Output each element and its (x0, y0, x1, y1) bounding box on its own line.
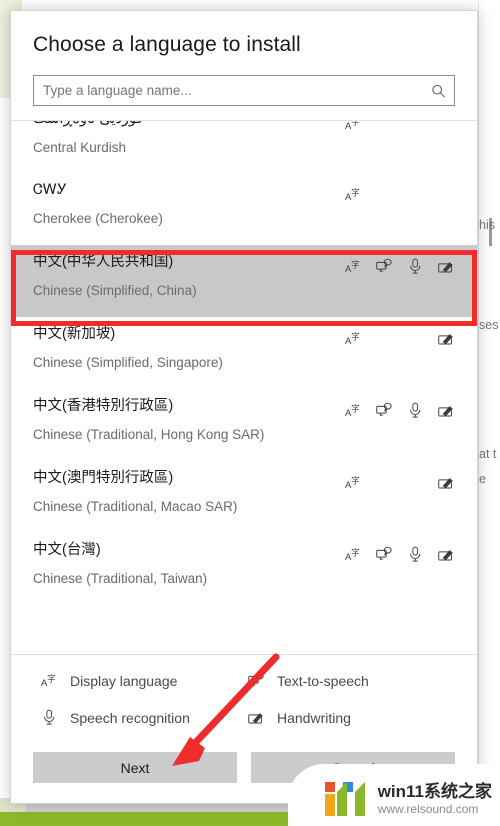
display-language-icon: A字 (345, 546, 362, 563)
text-to-speech-icon (248, 672, 265, 689)
language-native-name: کوردیی ناوەڕاست (33, 121, 143, 128)
background-divider (478, 0, 479, 812)
legend-item: Handwriting (248, 709, 455, 726)
language-capability-icons: A字 (337, 120, 455, 132)
background-text-fragment: e (479, 472, 486, 486)
svg-text:字: 字 (351, 120, 360, 127)
text-to-speech-icon (376, 402, 393, 419)
handwriting-icon (438, 546, 455, 563)
language-english-name: Central Kurdish (33, 139, 127, 155)
language-english-name: Cherokee (Cherokee) (33, 210, 163, 226)
language-text: 中文(香港特別行政區) Chinese (Traditional, Hong Ko… (33, 398, 264, 442)
handwriting-icon (438, 402, 455, 419)
language-text: کوردیی ناوەڕاست Central Kurdish (33, 121, 143, 155)
text-to-speech-icon (376, 546, 393, 563)
legend-item: Text-to-speech (248, 672, 455, 689)
language-capability-icons: A字 (337, 542, 455, 563)
svg-text:字: 字 (351, 403, 360, 414)
display-language-icon: A字 (345, 120, 362, 132)
handwriting-icon (438, 474, 455, 491)
language-text: 中文(澳門特別行政區) Chinese (Traditional, Macao S… (33, 470, 237, 514)
display-language-icon: A字 (345, 330, 362, 347)
search-row (11, 57, 477, 120)
handwriting-icon (438, 330, 455, 347)
watermark-url: www.relsound.com (377, 801, 479, 816)
watermark-title: win11系统之家 (377, 782, 492, 802)
display-language-icon: A字 (345, 258, 362, 275)
language-row[interactable]: 中文(香港特別行政區) Chinese (Traditional, Hong Ko… (11, 389, 477, 461)
language-row[interactable]: ᏣᎳᎩ Cherokee (Cherokee) A 字 (11, 173, 477, 245)
language-text: 中文(新加坡) Chinese (Simplified, Singapore) (33, 326, 223, 370)
language-row[interactable]: 中文(澳門特別行政區) Chinese (Traditional, Macao S… (11, 461, 477, 533)
svg-text:字: 字 (351, 259, 360, 270)
capability-legend: A 字 Display language Text-to-speech Speech r… (11, 654, 477, 740)
language-native-name: 中文(澳門特別行政區) (33, 470, 174, 486)
legend-label: Handwriting (277, 709, 351, 726)
language-native-name: ᏣᎳᎩ (33, 182, 67, 198)
speech-recognition-icon (407, 402, 424, 419)
language-native-name: 中文(中华人民共和国) (33, 254, 174, 270)
language-row[interactable]: کوردیی ناوەڕاست Central Kurdish A字 (11, 120, 477, 173)
language-capability-icons: A字 (337, 398, 455, 419)
speech-recognition-icon (41, 709, 58, 726)
handwriting-icon (248, 709, 265, 726)
watermark-content: win11系统之家 www.relsound.com (324, 780, 492, 818)
watermark: win11系统之家 www.relsound.com (288, 764, 500, 826)
legend-item: Speech recognition (41, 709, 248, 726)
language-row[interactable]: 中文(台灣) Chinese (Traditional, Taiwan) A 字 (11, 533, 477, 605)
language-text: 中文(中华人民共和国) Chinese (Simplified, China) (33, 254, 197, 298)
search-input[interactable] (34, 76, 454, 105)
display-language-icon: A字 (345, 474, 362, 491)
language-row[interactable]: 中文(中华人民共和国) Chinese (Simplified, China) A 字 (11, 245, 477, 317)
background-text-fragment: ses (479, 318, 499, 332)
language-capability-icons: A字 (337, 470, 455, 491)
language-capability-icons: A字 (337, 326, 455, 347)
language-capability-icons: A字 (337, 182, 455, 203)
svg-text:字: 字 (351, 475, 360, 486)
background-text-fragment: at t (479, 447, 497, 461)
language-english-name: Chinese (Simplified, China) (33, 282, 197, 298)
language-english-name: Chinese (Traditional, Taiwan) (33, 570, 208, 586)
language-list[interactable]: کوردیی ناوەڕاست Central Kurdish A字 ᏣᎳᎩ Chero… (11, 120, 477, 654)
svg-text:字: 字 (351, 187, 360, 198)
svg-text:字: 字 (351, 547, 360, 558)
text-to-speech-icon (376, 258, 393, 275)
language-english-name: Chinese (Traditional, Macao SAR) (33, 498, 238, 514)
language-native-name: 中文(新加坡) (33, 326, 116, 342)
display-language-icon: A字 (345, 186, 362, 203)
search-icon[interactable] (431, 83, 446, 98)
svg-text:字: 字 (47, 673, 56, 684)
display-language-icon: A字 (345, 402, 362, 419)
watermark-logo-icon (324, 782, 365, 816)
choose-language-dialog: Choose a language to install کوردیی ناوە… (10, 10, 478, 804)
speech-recognition-icon (407, 258, 424, 275)
language-native-name: 中文(香港特別行政區) (33, 398, 174, 414)
language-english-name: Chinese (Simplified, Singapore) (33, 354, 223, 370)
svg-text:字: 字 (351, 331, 360, 342)
handwriting-icon (438, 258, 455, 275)
language-english-name: Chinese (Traditional, Hong Kong SAR) (33, 426, 265, 442)
language-native-name: 中文(台灣) (33, 542, 101, 558)
language-row[interactable]: 中文(新加坡) Chinese (Simplified, Singapore) A 字 (11, 317, 477, 389)
dialog-title: Choose a language to install (33, 33, 301, 56)
display-language-icon: A字 (41, 672, 58, 689)
search-box[interactable] (33, 75, 455, 106)
legend-label: Text-to-speech (277, 672, 369, 689)
next-button[interactable]: Next (33, 752, 237, 783)
legend-item: A 字 Display language (41, 672, 248, 690)
watermark-texts: win11系统之家 www.relsound.com (378, 782, 492, 816)
language-capability-icons: A字 (337, 254, 455, 275)
legend-label: Speech recognition (70, 709, 190, 726)
language-text: ᏣᎳᎩ Cherokee (Cherokee) (33, 182, 163, 226)
speech-recognition-icon (407, 546, 424, 563)
language-text: 中文(台灣) Chinese (Traditional, Taiwan) (33, 542, 207, 586)
legend-label: Display language (70, 672, 178, 689)
background-text-fragment: his (479, 218, 495, 232)
